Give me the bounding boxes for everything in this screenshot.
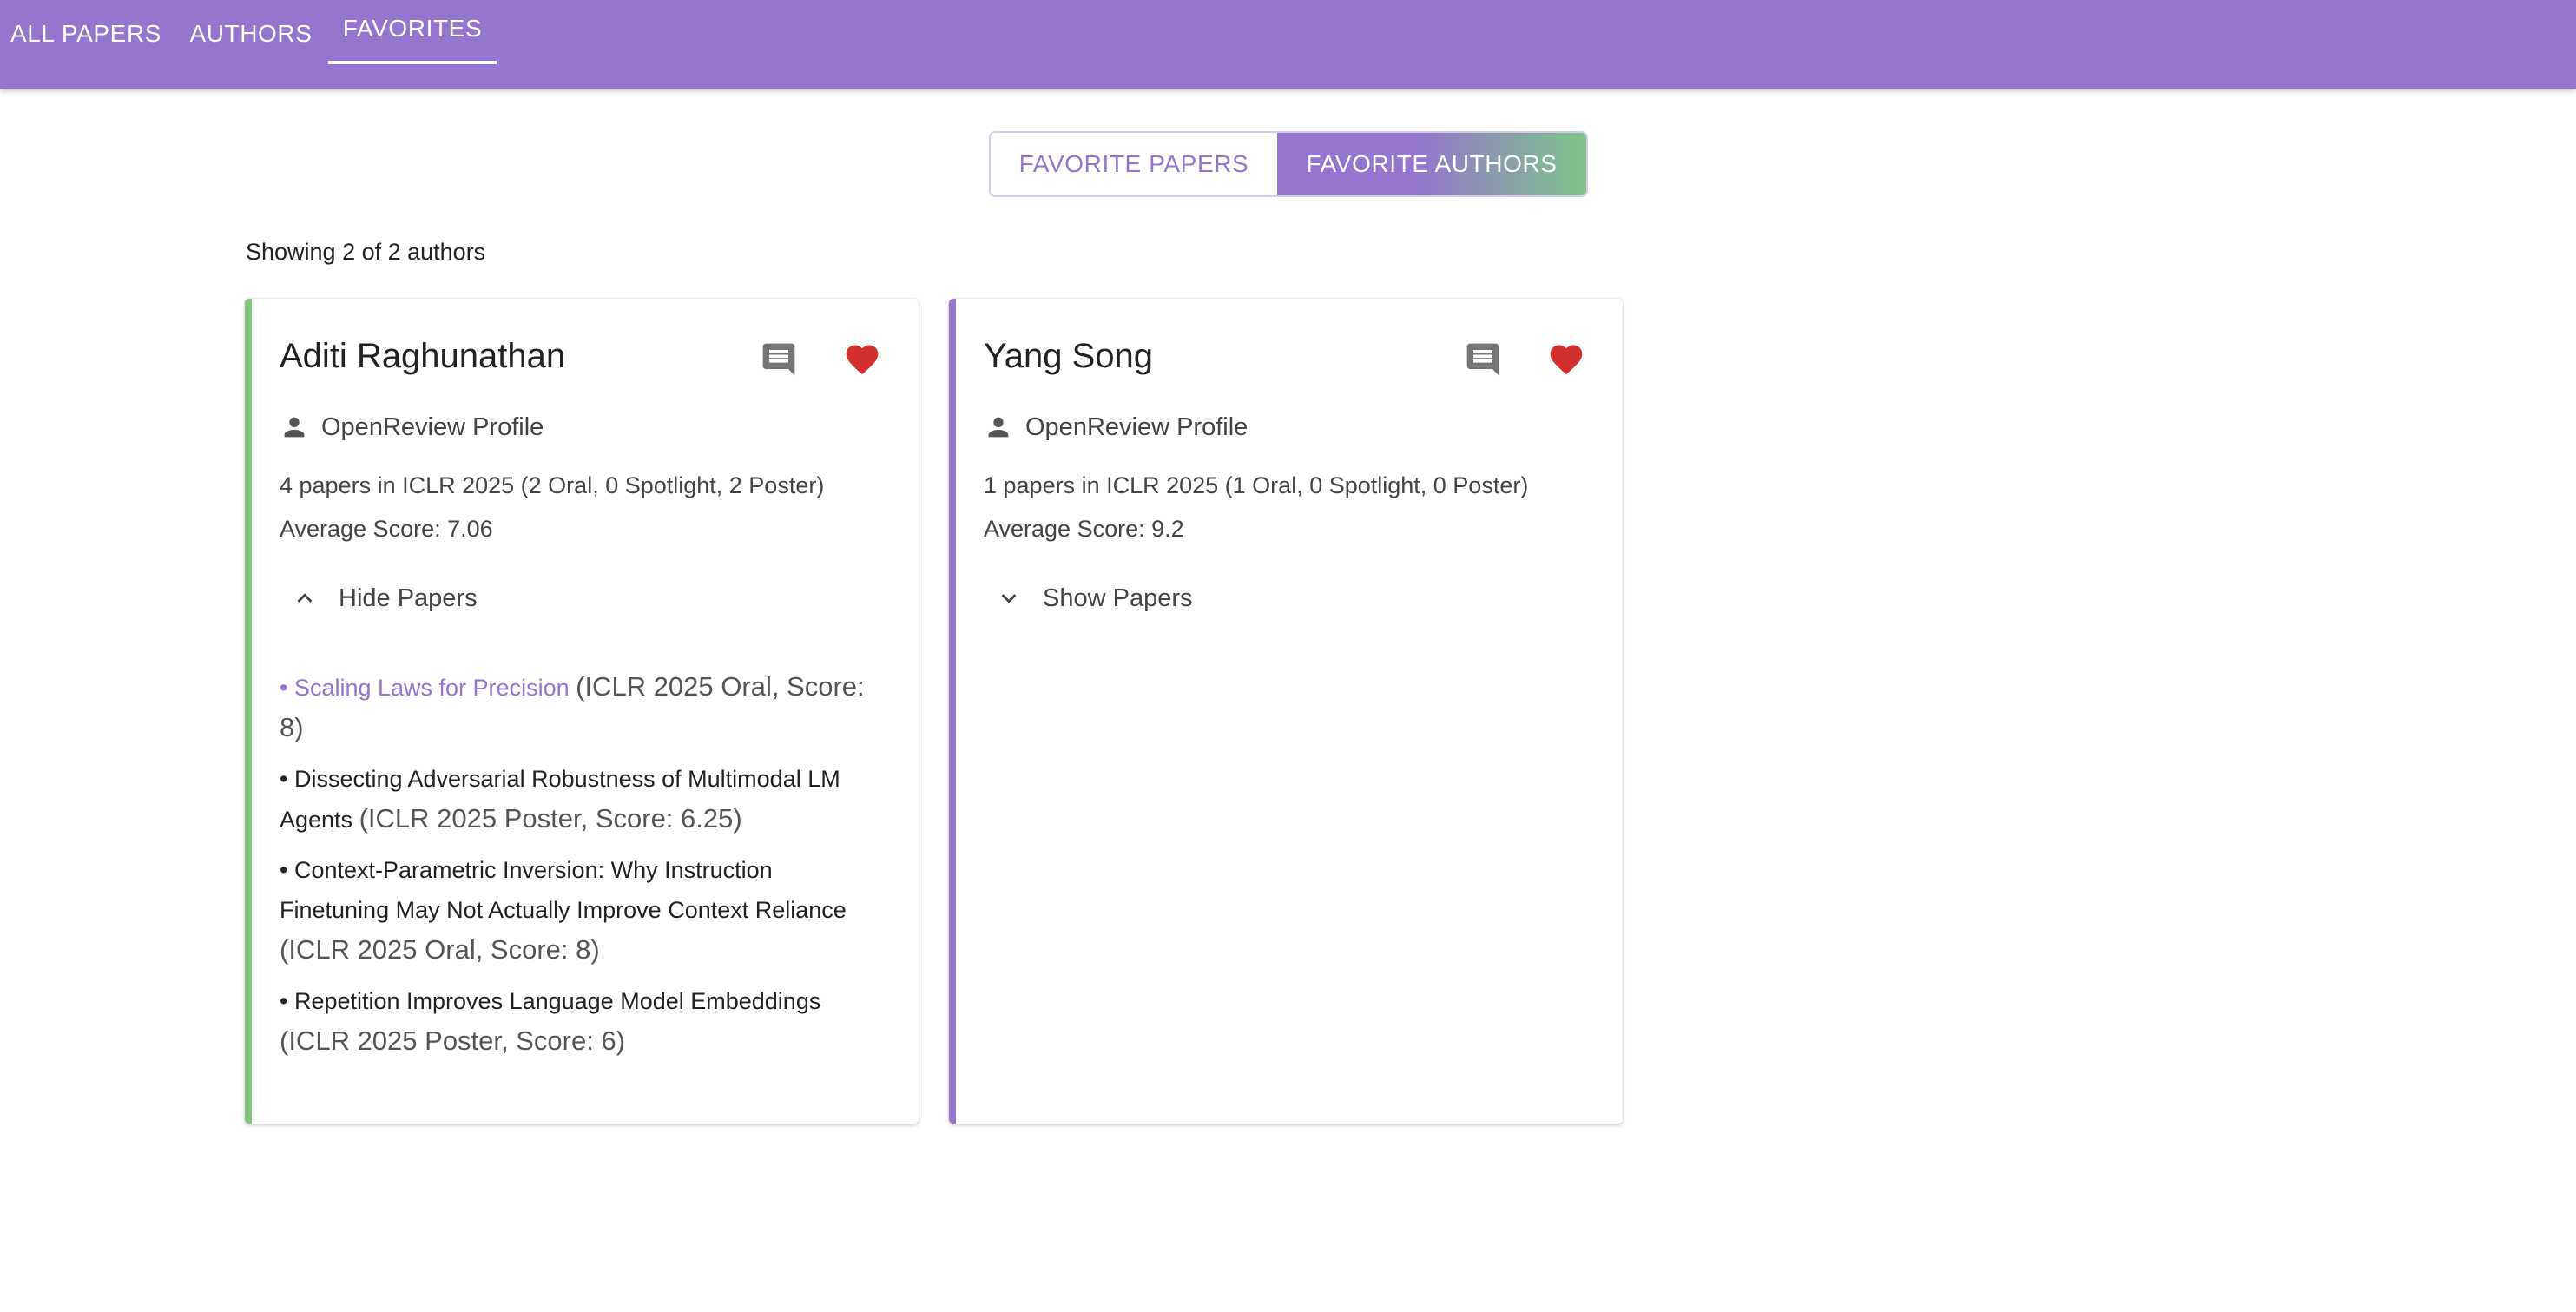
- paper-list: • Scaling Laws for Precision (ICLR 2025 …: [280, 667, 887, 1072]
- author-card: Yang Song OpenReview Profile 1 papers in…: [949, 299, 1623, 1124]
- show-papers-button[interactable]: Show Papers: [994, 583, 1193, 613]
- author-name: Aditi Raghunathan: [280, 337, 566, 375]
- average-score: Average Score: 9.2: [984, 516, 1184, 542]
- tab-favorites[interactable]: FAVORITES: [328, 0, 497, 64]
- paper-title: • Repetition Improves Language Model Emb…: [280, 988, 821, 1014]
- favorites-toggle-group: FAVORITE PAPERS FAVORITE AUTHORS: [989, 131, 1588, 197]
- author-card: Aditi Raghunathan OpenReview Profile 4 p…: [245, 299, 919, 1124]
- heart-icon[interactable]: [842, 340, 882, 379]
- paper-meta: (ICLR 2025 Poster, Score: 6): [280, 1025, 626, 1056]
- papers-toggle-label: Show Papers: [1043, 583, 1193, 612]
- chevron-down-icon: [1001, 594, 1017, 603]
- papers-toggle-label: Hide Papers: [339, 583, 478, 612]
- app-bar: ALL PAPERS AUTHORS FAVORITES: [0, 0, 2576, 89]
- comment-icon[interactable]: [1463, 340, 1503, 379]
- list-item: • Scaling Laws for Precision (ICLR 2025 …: [280, 667, 887, 748]
- chevron-up-icon: [297, 593, 313, 603]
- tab-all-papers[interactable]: ALL PAPERS: [0, 0, 172, 68]
- heart-icon[interactable]: [1546, 340, 1586, 379]
- person-icon: [988, 417, 1009, 438]
- person-icon: [284, 417, 305, 438]
- paper-meta: (ICLR 2025 Oral, Score: 8): [280, 934, 600, 965]
- favorite-authors-button[interactable]: FAVORITE AUTHORS: [1277, 133, 1586, 195]
- openreview-profile-link[interactable]: OpenReview Profile: [280, 410, 544, 445]
- tab-authors[interactable]: AUTHORS: [181, 0, 321, 68]
- profile-label: OpenReview Profile: [1025, 412, 1248, 441]
- paper-meta: (ICLR 2025 Poster, Score: 6.25): [359, 803, 742, 834]
- list-item: • Dissecting Adversarial Robustness of M…: [280, 759, 887, 840]
- average-score: Average Score: 7.06: [280, 516, 493, 542]
- list-item: • Repetition Improves Language Model Emb…: [280, 981, 887, 1062]
- list-item: • Context-Parametric Inversion: Why Inst…: [280, 850, 887, 971]
- results-count: Showing 2 of 2 authors: [246, 239, 486, 265]
- paper-link[interactable]: • Scaling Laws for Precision: [280, 675, 570, 701]
- paper-title: • Context-Parametric Inversion: Why Inst…: [280, 857, 847, 923]
- openreview-profile-link[interactable]: OpenReview Profile: [984, 410, 1248, 445]
- papers-summary: 4 papers in ICLR 2025 (2 Oral, 0 Spotlig…: [280, 472, 825, 498]
- hide-papers-button[interactable]: Hide Papers: [290, 583, 478, 613]
- papers-summary: 1 papers in ICLR 2025 (1 Oral, 0 Spotlig…: [984, 472, 1529, 498]
- profile-label: OpenReview Profile: [321, 412, 544, 441]
- author-name: Yang Song: [984, 337, 1153, 375]
- favorite-papers-button[interactable]: FAVORITE PAPERS: [991, 133, 1277, 195]
- comment-icon[interactable]: [759, 340, 799, 379]
